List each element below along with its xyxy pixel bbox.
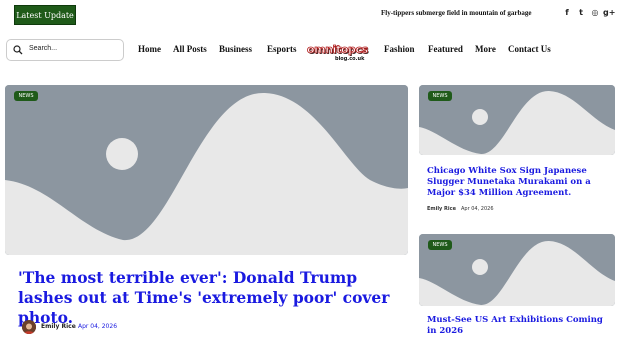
google-plus-icon[interactable]: g+	[603, 8, 615, 18]
main-navigation: Search... Home All Posts Business Esport…	[0, 38, 620, 66]
facebook-icon[interactable]: f	[562, 8, 572, 18]
image-placeholder-icon	[5, 85, 408, 255]
nav-contact-us[interactable]: Contact Us	[508, 44, 551, 54]
post-date: Apr 04, 2026	[461, 206, 494, 212]
top-bar: Latest Update Fly-tippers submerge field…	[0, 0, 620, 30]
nav-fashion[interactable]: Fashion	[384, 44, 415, 54]
twitter-icon[interactable]: t	[576, 8, 586, 18]
logo-wordmark: omnitopcs	[307, 43, 369, 57]
avatar-icon	[22, 321, 36, 334]
logo-domain: blog.co.uk	[335, 56, 365, 62]
post-date: Apr 04, 2026	[78, 323, 118, 330]
nav-more[interactable]: More	[475, 44, 496, 54]
author-name[interactable]: Emily Rice	[427, 206, 456, 212]
site-logo[interactable]: omnitopcs blog.co.uk	[307, 43, 371, 65]
author-avatar	[22, 320, 36, 334]
side-article-title[interactable]: Must-See US Art Exhibitions Coming in 20…	[427, 315, 612, 337]
nav-home[interactable]: Home	[138, 44, 161, 54]
news-badge[interactable]: NEWS	[14, 91, 38, 101]
nav-all-posts[interactable]: All Posts	[173, 44, 207, 54]
search-icon	[13, 45, 23, 55]
nav-featured[interactable]: Featured	[428, 44, 463, 54]
news-badge[interactable]: NEWS	[428, 91, 452, 101]
side-article-image[interactable]: NEWS	[419, 85, 615, 155]
news-badge[interactable]: NEWS	[428, 240, 452, 250]
search-placeholder: Search...	[29, 45, 58, 52]
ticker-headline-link[interactable]: Fly-tippers submerge field in mountain o…	[381, 9, 532, 17]
latest-update-button[interactable]: Latest Update	[14, 5, 76, 25]
side-article-title[interactable]: Chicago White Sox Sign Japanese Slugger …	[427, 166, 612, 199]
author-name[interactable]: Emily Rice	[41, 323, 76, 330]
search-input[interactable]: Search...	[6, 39, 124, 61]
nav-esports[interactable]: Esports	[267, 44, 297, 54]
main-article-image[interactable]: NEWS	[5, 85, 408, 255]
side-article-image[interactable]: NEWS	[419, 234, 615, 306]
main-article-title[interactable]: 'The most terrible ever': Donald Trump l…	[18, 268, 398, 328]
instagram-icon[interactable]: ◎	[590, 8, 600, 18]
nav-business[interactable]: Business	[219, 44, 252, 54]
